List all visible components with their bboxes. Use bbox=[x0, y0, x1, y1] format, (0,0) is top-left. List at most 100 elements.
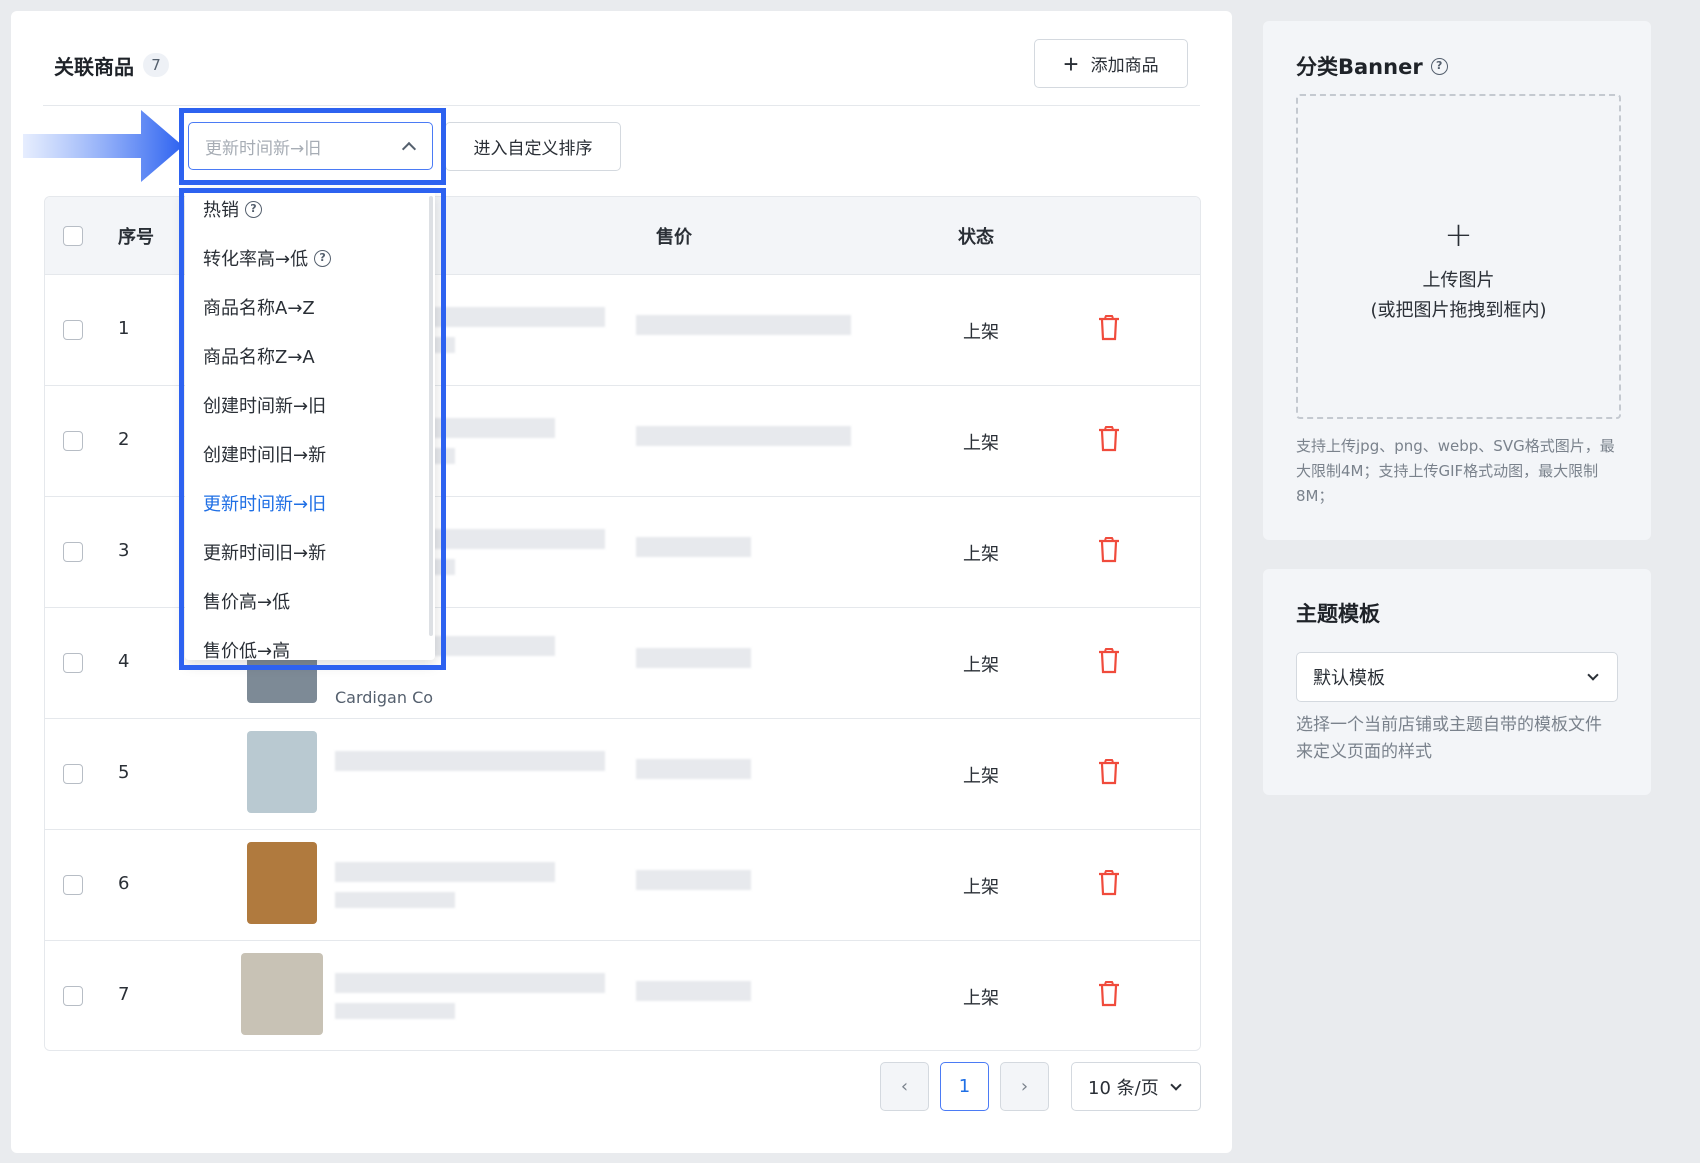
row-index: 7 bbox=[118, 984, 130, 1005]
sort-option[interactable]: 转化率高→低? bbox=[203, 245, 332, 271]
sort-option[interactable]: 热销? bbox=[203, 196, 262, 222]
add-product-button[interactable]: + 添加商品 bbox=[1034, 39, 1188, 88]
table-row: 5 上架 bbox=[45, 719, 1200, 830]
theme-title: 主题模板 bbox=[1296, 602, 1380, 626]
plus-icon: + bbox=[1444, 215, 1473, 255]
banner-hint: 支持上传jpg、png、webp、SVG格式图片，最大限制4M；支持上传GIF格… bbox=[1296, 437, 1615, 505]
column-index: 序号 bbox=[118, 227, 154, 248]
help-icon[interactable]: ? bbox=[245, 200, 262, 218]
row-index: 4 bbox=[118, 651, 130, 672]
product-price-blurred bbox=[636, 759, 751, 779]
banner-title: 分类Banner ? bbox=[1296, 51, 1448, 81]
banner-upload-dropzone[interactable]: + 上传图片 (或把图片拖拽到框内) bbox=[1296, 94, 1621, 419]
row-index: 3 bbox=[118, 540, 130, 561]
table-row: 7 上架 bbox=[45, 941, 1200, 1050]
help-icon[interactable]: ? bbox=[1430, 57, 1448, 75]
product-name-blurred bbox=[335, 862, 555, 882]
sort-select[interactable]: 更新时间新→旧 bbox=[188, 122, 433, 170]
products-header: 关联商品 7 + 添加商品 bbox=[43, 39, 1200, 106]
sort-option-label: 售价高→低 bbox=[203, 592, 291, 613]
dropdown-scrollbar[interactable] bbox=[429, 196, 433, 636]
product-thumbnail bbox=[247, 731, 317, 813]
trash-icon[interactable] bbox=[1098, 759, 1120, 785]
row-checkbox[interactable] bbox=[63, 431, 83, 451]
theme-template-select[interactable]: 默认模板 bbox=[1296, 652, 1618, 702]
status-text: 上架 bbox=[963, 988, 999, 1009]
product-price-blurred bbox=[636, 648, 751, 668]
row-checkbox[interactable] bbox=[63, 653, 83, 673]
product-thumbnail bbox=[247, 842, 317, 924]
prev-page-button[interactable]: ‹ bbox=[880, 1062, 929, 1111]
sort-option-label: 转化率高→低 bbox=[203, 249, 309, 270]
product-price-blurred bbox=[636, 315, 851, 335]
banner-title-text: 分类Banner bbox=[1296, 55, 1423, 79]
sort-option[interactable]: 更新时间新→旧 bbox=[203, 490, 326, 516]
table-row: 6 上架 bbox=[45, 830, 1200, 941]
sort-option-label: 商品名称A→Z bbox=[203, 298, 315, 319]
sort-option-label: 更新时间旧→新 bbox=[203, 543, 327, 564]
trash-icon[interactable] bbox=[1098, 315, 1120, 341]
status-text: 上架 bbox=[963, 766, 999, 787]
row-checkbox[interactable] bbox=[63, 542, 83, 562]
sort-option[interactable]: 售价高→低 bbox=[203, 588, 290, 614]
sort-option-label: 创建时间新→旧 bbox=[203, 396, 327, 417]
product-name-blurred bbox=[335, 892, 455, 908]
trash-icon[interactable] bbox=[1098, 426, 1120, 452]
theme-hint: 选择一个当前店铺或主题自带的模板文件来定义页面的样式 bbox=[1296, 715, 1602, 762]
sort-option[interactable]: 更新时间旧→新 bbox=[203, 539, 326, 565]
chevron-up-icon bbox=[401, 141, 417, 157]
product-thumbnail bbox=[241, 953, 323, 1035]
upload-sub-label: (或把图片拖拽到框内) bbox=[1370, 300, 1547, 321]
product-name-partial: Cardigan Co bbox=[335, 688, 434, 707]
trash-icon[interactable] bbox=[1098, 537, 1120, 563]
sort-option[interactable]: 商品名称A→Z bbox=[203, 294, 315, 320]
row-checkbox[interactable] bbox=[63, 986, 83, 1006]
trash-icon[interactable] bbox=[1098, 870, 1120, 896]
column-status: 状态 bbox=[958, 227, 994, 248]
page-button-current[interactable]: 1 bbox=[940, 1062, 989, 1111]
product-name-blurred bbox=[335, 1003, 455, 1019]
sort-option[interactable]: 售价低→高 bbox=[203, 637, 290, 660]
product-name-blurred bbox=[335, 973, 605, 993]
sort-dropdown: 热销? 转化率高→低? 商品名称A→Z 商品名称Z→A 创建时间新→旧 创建时间旧→新 更新… bbox=[185, 190, 435, 660]
product-price-blurred bbox=[636, 537, 751, 557]
row-index: 5 bbox=[118, 762, 130, 783]
select-all-checkbox[interactable] bbox=[63, 226, 83, 246]
banner-card: 分类Banner ? + 上传图片 (或把图片拖拽到框内) 支持上传jpg、pn… bbox=[1263, 21, 1651, 540]
sort-option-label: 售价低→高 bbox=[203, 641, 291, 660]
column-price: 售价 bbox=[656, 227, 692, 248]
row-index: 6 bbox=[118, 873, 130, 894]
trash-icon[interactable] bbox=[1098, 648, 1120, 674]
product-price-blurred bbox=[636, 981, 751, 1001]
trash-icon[interactable] bbox=[1098, 981, 1120, 1007]
custom-sort-button[interactable]: 进入自定义排序 bbox=[445, 122, 621, 171]
status-text: 上架 bbox=[963, 322, 999, 343]
row-checkbox[interactable] bbox=[63, 875, 83, 895]
help-icon[interactable]: ? bbox=[314, 249, 332, 267]
status-text: 上架 bbox=[963, 433, 999, 454]
row-checkbox[interactable] bbox=[63, 320, 83, 340]
sort-option-label: 热销 bbox=[203, 200, 239, 221]
plus-icon: + bbox=[1063, 48, 1079, 79]
products-title: 关联商品 bbox=[54, 55, 134, 79]
row-index: 1 bbox=[118, 318, 130, 339]
pointer-arrow-icon bbox=[23, 110, 183, 182]
per-page-value: 10 条/页 bbox=[1088, 1077, 1159, 1099]
status-text: 上架 bbox=[963, 544, 999, 565]
sort-select-value: 更新时间新→旧 bbox=[205, 138, 322, 159]
sort-option-label: 更新时间新→旧 bbox=[203, 494, 327, 515]
sort-option[interactable]: 创建时间新→旧 bbox=[203, 392, 326, 418]
upload-label: 上传图片 bbox=[1422, 270, 1495, 291]
sort-option-label: 创建时间旧→新 bbox=[203, 445, 327, 466]
sort-option[interactable]: 创建时间旧→新 bbox=[203, 441, 326, 467]
chevron-down-icon bbox=[1170, 1079, 1182, 1091]
add-product-label: 添加商品 bbox=[1090, 56, 1159, 75]
sort-option-label: 商品名称Z→A bbox=[203, 347, 315, 368]
product-price-blurred bbox=[636, 426, 851, 446]
row-index: 2 bbox=[118, 429, 130, 450]
next-page-button[interactable]: › bbox=[1000, 1062, 1049, 1111]
row-checkbox[interactable] bbox=[63, 764, 83, 784]
sort-option[interactable]: 商品名称Z→A bbox=[203, 343, 315, 369]
status-text: 上架 bbox=[963, 655, 999, 676]
per-page-select[interactable]: 10 条/页 bbox=[1071, 1062, 1201, 1111]
